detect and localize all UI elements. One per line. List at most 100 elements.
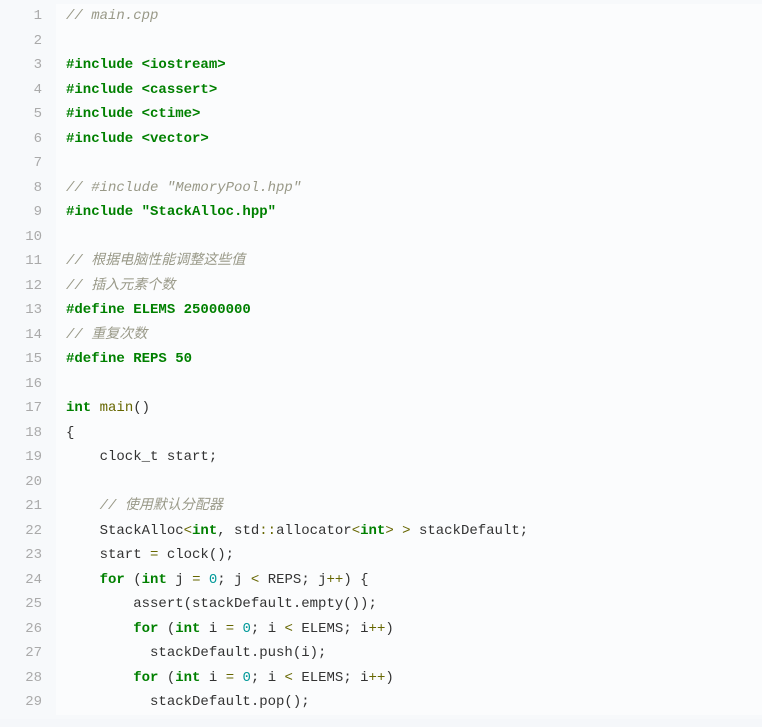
line-number: 6 [4, 127, 42, 152]
token: ++ [327, 572, 344, 588]
token: ( [125, 572, 142, 588]
line-number: 3 [4, 53, 42, 78]
code-line: #define REPS 50 [66, 347, 752, 372]
code-line: #include <cassert> [66, 78, 752, 103]
line-number: 21 [4, 494, 42, 519]
token: ( [158, 621, 175, 637]
token: StackAlloc [66, 523, 184, 539]
token: // 根据电脑性能调整这些值 [66, 253, 245, 269]
line-number: 19 [4, 445, 42, 470]
token: #include "StackAlloc.hpp" [66, 204, 276, 220]
token: // main.cpp [66, 8, 158, 24]
token: #define REPS 50 [66, 351, 192, 367]
token: , std [217, 523, 259, 539]
token: // 使用默认分配器 [100, 498, 223, 514]
code-line: int main() [66, 396, 752, 421]
token: // 插入元素个数 [66, 278, 175, 294]
token: #include <cassert> [66, 82, 217, 98]
line-number: 26 [4, 617, 42, 642]
token: assert(stackDefault.empty()); [66, 596, 377, 612]
token: ) { [343, 572, 368, 588]
code-line: #include <vector> [66, 127, 752, 152]
token: stackDefault.push(i); [66, 645, 326, 661]
token: ++ [369, 621, 386, 637]
code-line [66, 372, 752, 397]
code-block: 1234567891011121314151617181920212223242… [0, 0, 762, 719]
code-line: clock_t start; [66, 445, 752, 470]
token: ) [385, 670, 393, 686]
line-number: 12 [4, 274, 42, 299]
token: stackDefault.pop(); [66, 694, 310, 710]
token: ; i [251, 621, 285, 637]
code-line: #define ELEMS 25000000 [66, 298, 752, 323]
line-number: 8 [4, 176, 42, 201]
token: ( [158, 670, 175, 686]
token: for [133, 670, 158, 686]
token: main [100, 400, 134, 416]
token: int [360, 523, 385, 539]
code-line: start = clock(); [66, 543, 752, 568]
token: stackDefault; [411, 523, 529, 539]
code-line: #include <iostream> [66, 53, 752, 78]
token [234, 670, 242, 686]
code-line: // 使用默认分配器 [66, 494, 752, 519]
token [66, 572, 100, 588]
token [200, 572, 208, 588]
token: > [402, 523, 410, 539]
code-line: for (int i = 0; i < ELEMS; i++) [66, 617, 752, 642]
token: // 重复次数 [66, 327, 147, 343]
token: allocator [276, 523, 352, 539]
token: i [200, 670, 225, 686]
token: 0 [243, 621, 251, 637]
line-number: 20 [4, 470, 42, 495]
token: int [192, 523, 217, 539]
token [91, 400, 99, 416]
token: int [66, 400, 91, 416]
line-number: 14 [4, 323, 42, 348]
line-number: 9 [4, 200, 42, 225]
code-line [66, 29, 752, 54]
token: #include <vector> [66, 131, 209, 147]
code-line: StackAlloc<int, std::allocator<int> > st… [66, 519, 752, 544]
line-number: 16 [4, 372, 42, 397]
line-number: 18 [4, 421, 42, 446]
code-line: { [66, 421, 752, 446]
line-number: 28 [4, 666, 42, 691]
line-number: 10 [4, 225, 42, 250]
token: i [200, 621, 225, 637]
line-number: 7 [4, 151, 42, 176]
line-number: 1 [4, 4, 42, 29]
token: :: [259, 523, 276, 539]
token: // #include "MemoryPool.hpp" [66, 180, 301, 196]
code-line: stackDefault.pop(); [66, 690, 752, 715]
code-line: // 插入元素个数 [66, 274, 752, 299]
token: #define ELEMS 25000000 [66, 302, 251, 318]
token: for [133, 621, 158, 637]
token: > [385, 523, 393, 539]
line-number: 27 [4, 641, 42, 666]
token: #include <iostream> [66, 57, 226, 73]
code-content: // main.cpp #include <iostream> #include … [56, 4, 762, 715]
token: start [66, 547, 150, 563]
line-number: 22 [4, 519, 42, 544]
line-number: 23 [4, 543, 42, 568]
code-line: stackDefault.push(i); [66, 641, 752, 666]
token: ELEMS; i [293, 621, 369, 637]
code-line: for (int i = 0; i < ELEMS; i++) [66, 666, 752, 691]
token: ; i [251, 670, 285, 686]
line-number: 29 [4, 690, 42, 715]
code-line [66, 470, 752, 495]
token: REPS; j [259, 572, 326, 588]
code-line [66, 151, 752, 176]
line-number: 17 [4, 396, 42, 421]
token: for [100, 572, 125, 588]
token [66, 670, 133, 686]
token: () [133, 400, 150, 416]
token: int [175, 670, 200, 686]
token [66, 498, 100, 514]
token [394, 523, 402, 539]
line-number: 24 [4, 568, 42, 593]
code-line: // 根据电脑性能调整这些值 [66, 249, 752, 274]
line-number: 25 [4, 592, 42, 617]
token: = [226, 670, 234, 686]
